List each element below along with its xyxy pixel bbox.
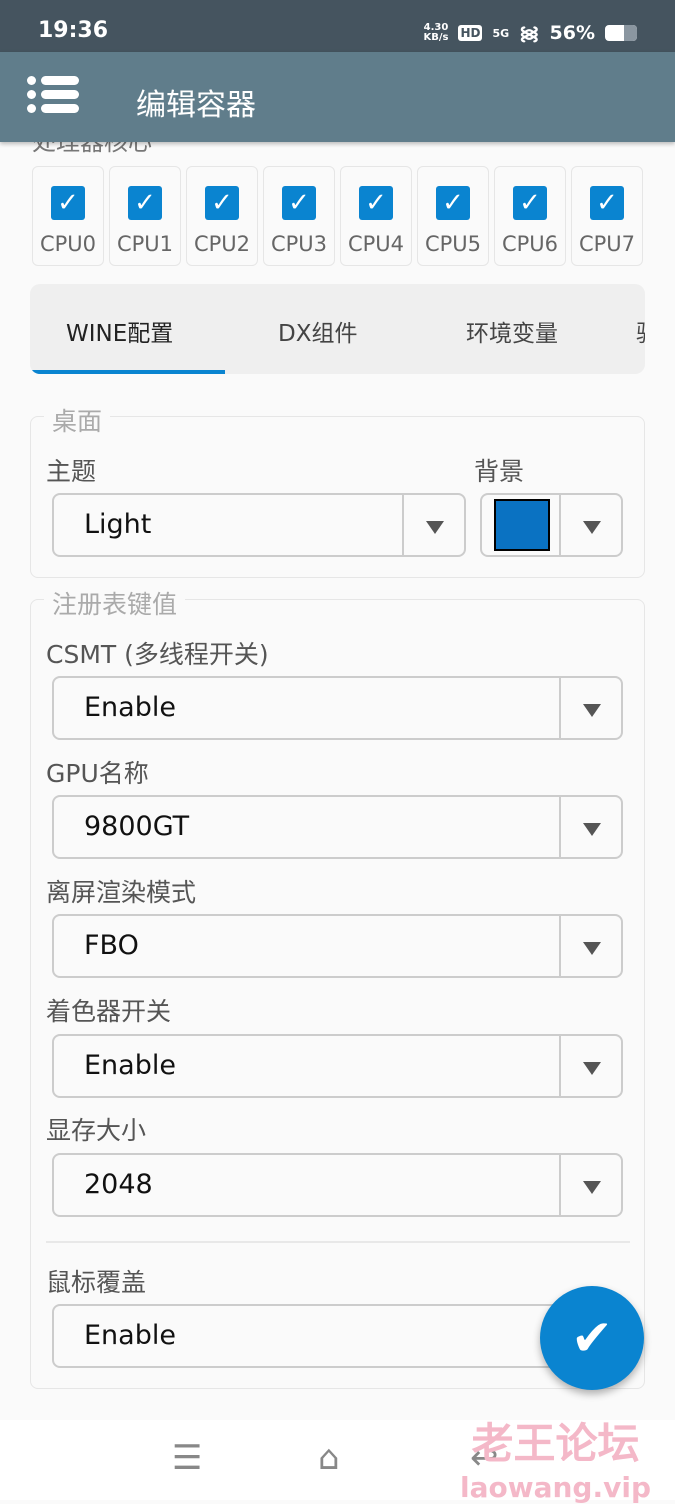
cpu-checkbox-0[interactable]: ✓ CPU0 <box>32 166 104 266</box>
desktop-legend: 桌面 <box>44 402 111 438</box>
hd-icon: HD <box>458 25 483 41</box>
chevron-down-icon <box>559 678 621 738</box>
shader-select[interactable]: Enable <box>52 1034 623 1098</box>
menu-icon[interactable] <box>27 76 79 118</box>
tab-dx-components[interactable]: DX组件 <box>278 314 357 348</box>
gpu-name-label: GPU名称 <box>46 759 149 788</box>
battery-level: 56% <box>549 22 595 44</box>
battery-icon <box>605 25 637 41</box>
checkbox-checked-icon: ✓ <box>128 186 162 220</box>
tab-drivers[interactable]: 驱 <box>636 314 645 348</box>
theme-value: Light <box>84 509 152 540</box>
shader-value: Enable <box>84 1050 176 1081</box>
cpu-checkbox-6[interactable]: ✓ CPU6 <box>494 166 566 266</box>
page-title: 编辑容器 <box>136 88 256 123</box>
chevron-down-icon <box>559 1036 621 1096</box>
cpu-label: CPU0 <box>39 232 97 256</box>
divider <box>46 1241 630 1243</box>
tab-bar: WINE配置 DX组件 环境变量 驱 <box>30 284 645 374</box>
mouse-override-label: 鼠标覆盖 <box>46 1268 147 1297</box>
tab-env-vars[interactable]: 环境变量 <box>466 314 558 348</box>
network-speed: 4.30 KB/s <box>423 23 448 43</box>
theme-select[interactable]: Light <box>52 493 466 557</box>
cpu-checkbox-7[interactable]: ✓ CPU7 <box>571 166 643 266</box>
cpu-checkbox-4[interactable]: ✓ CPU4 <box>340 166 412 266</box>
offscreen-mode-select[interactable]: FBO <box>52 914 623 978</box>
gpu-name-select[interactable]: 9800GT <box>52 795 623 859</box>
tab-indicator <box>30 370 225 374</box>
mouse-override-select[interactable]: Enable <box>52 1304 623 1368</box>
checkbox-checked-icon: ✓ <box>590 186 624 220</box>
chevron-down-icon <box>559 916 621 976</box>
chevron-down-icon <box>559 495 621 555</box>
recents-icon[interactable]: ☰ <box>172 1438 202 1478</box>
vram-value: 2048 <box>84 1169 153 1200</box>
vram-label: 显存大小 <box>46 1116 147 1145</box>
color-swatch <box>494 499 550 551</box>
offscreen-mode-value: FBO <box>84 930 139 961</box>
home-icon[interactable]: ⌂ <box>318 1438 340 1478</box>
mouse-override-value: Enable <box>84 1320 176 1351</box>
cpu-checkbox-3[interactable]: ✓ CPU3 <box>263 166 335 266</box>
vram-select[interactable]: 2048 <box>52 1153 623 1217</box>
chevron-down-icon <box>402 495 464 555</box>
cpu-checkbox-5[interactable]: ✓ CPU5 <box>417 166 489 266</box>
csmt-value: Enable <box>84 692 176 723</box>
theme-label: 主题 <box>46 457 97 486</box>
cpu-label: CPU1 <box>116 232 174 256</box>
checkbox-checked-icon: ✓ <box>513 186 547 220</box>
watermark: 老王论坛 laowang.vip <box>460 1410 651 1504</box>
gpu-name-value: 9800GT <box>84 811 190 842</box>
csmt-label: CSMT (多线程开关) <box>46 640 269 669</box>
tab-wine-config[interactable]: WINE配置 <box>66 314 173 348</box>
save-button[interactable]: ✔ <box>540 1286 644 1390</box>
app-bar: 编辑容器 <box>0 52 675 142</box>
checkbox-checked-icon: ✓ <box>359 186 393 220</box>
checkbox-checked-icon: ✓ <box>205 186 239 220</box>
registry-legend: 注册表键值 <box>44 585 186 621</box>
offscreen-mode-label: 离屏渲染模式 <box>46 878 197 907</box>
cpu-label: CPU5 <box>424 232 482 256</box>
checkbox-checked-icon: ✓ <box>51 186 85 220</box>
wifi-icon: ᯼ <box>519 23 540 45</box>
shader-label: 着色器开关 <box>46 997 172 1026</box>
chevron-down-icon <box>559 797 621 857</box>
clock: 19:36 <box>38 18 109 43</box>
status-bar: 19:36 4.30 KB/s HD 5G ᯼ 56% <box>0 0 675 52</box>
cpu-label: CPU7 <box>578 232 636 256</box>
cpu-label: CPU6 <box>501 232 559 256</box>
chevron-down-icon <box>559 1155 621 1215</box>
cpu-label: CPU3 <box>270 232 328 256</box>
cpu-list: ✓ CPU0 ✓ CPU1 ✓ CPU2 ✓ CPU3 ✓ CPU4 ✓ CPU5 ✓ CPU… <box>32 166 643 266</box>
checkbox-checked-icon: ✓ <box>282 186 316 220</box>
watermark-title: 老王论坛 <box>471 1419 640 1468</box>
background-color-select[interactable] <box>480 493 623 557</box>
checkbox-checked-icon: ✓ <box>436 186 470 220</box>
watermark-url: laowang.vip <box>460 1471 651 1504</box>
speed-unit: KB/s <box>423 32 449 43</box>
cpu-label: CPU4 <box>347 232 405 256</box>
cpu-label: CPU2 <box>193 232 251 256</box>
check-icon: ✔ <box>571 1309 613 1367</box>
signal-icon: 5G <box>492 26 510 40</box>
cpu-checkbox-2[interactable]: ✓ CPU2 <box>186 166 258 266</box>
cpu-checkbox-1[interactable]: ✓ CPU1 <box>109 166 181 266</box>
csmt-select[interactable]: Enable <box>52 676 623 740</box>
background-label: 背景 <box>474 457 525 486</box>
